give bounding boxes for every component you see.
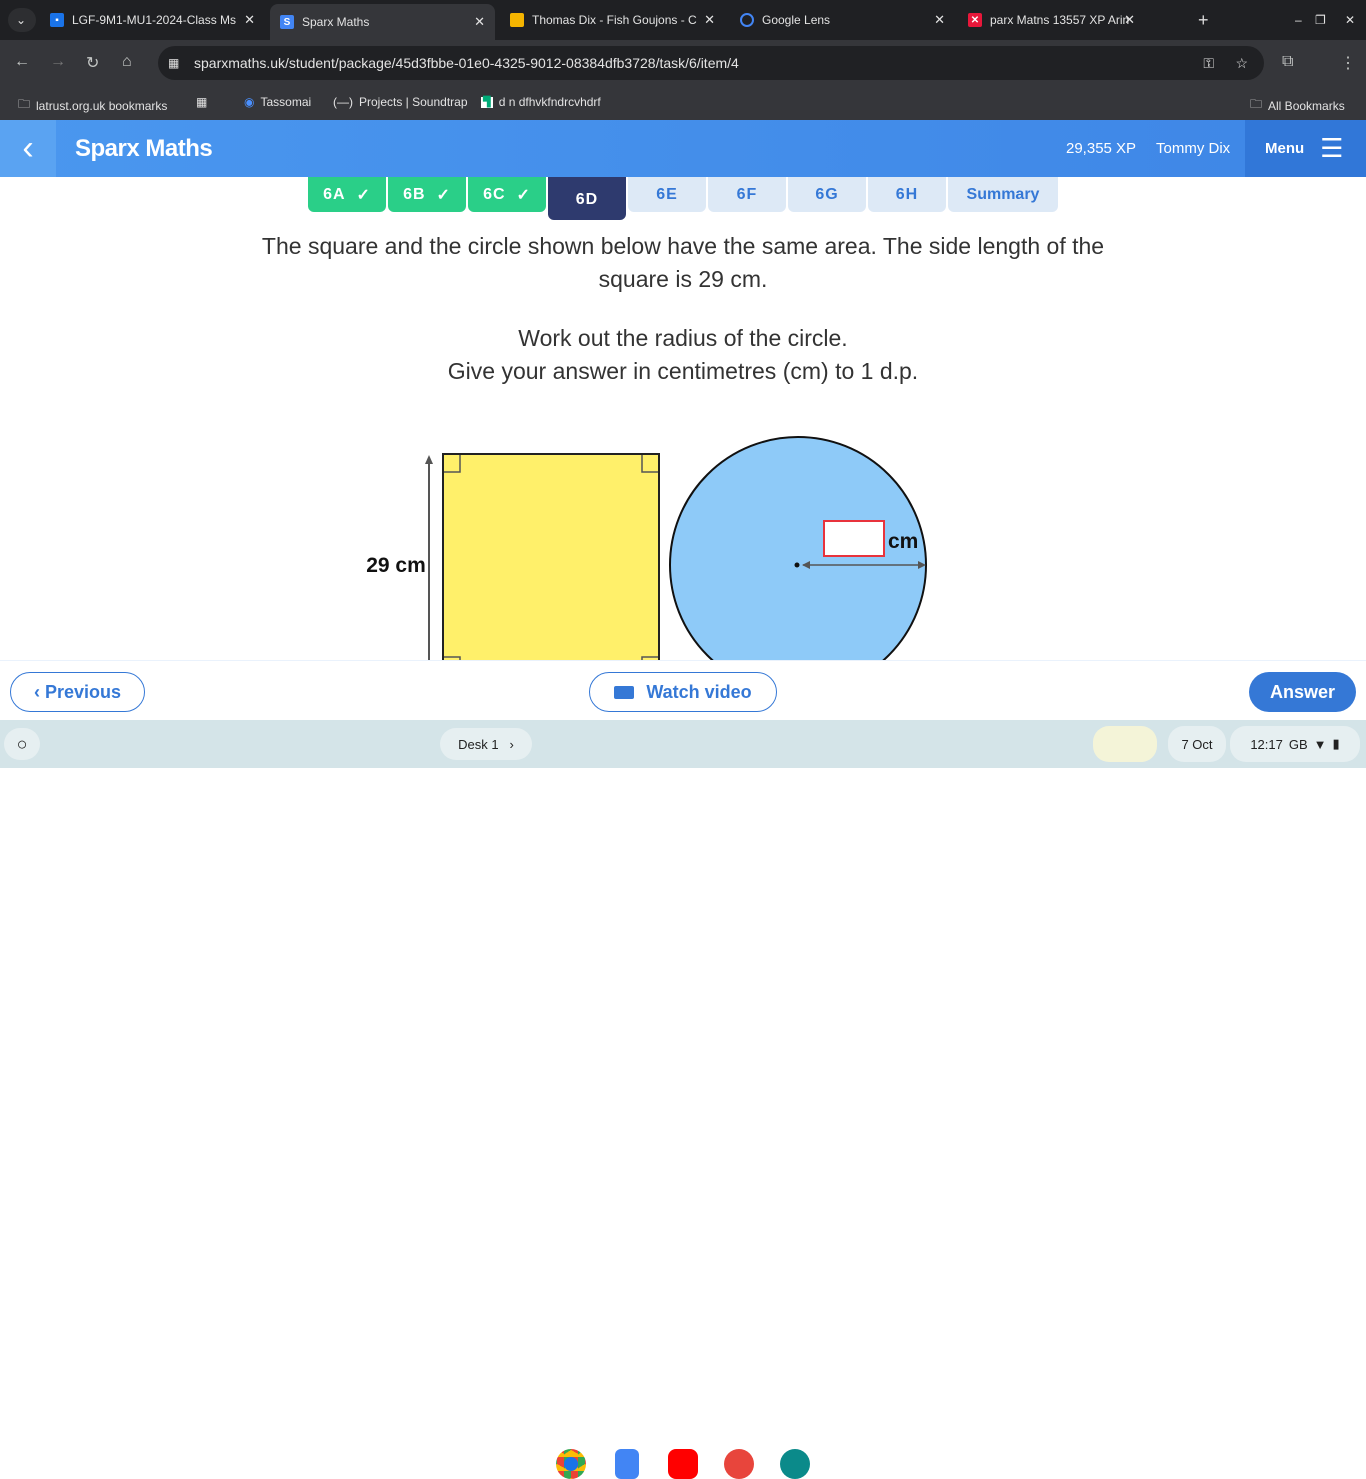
address-bar[interactable]: ▦ sparxmaths.uk/student/package/45d3fbbe-… xyxy=(158,46,1264,80)
all-bookmarks[interactable]: 🗀 All Bookmarks xyxy=(1250,95,1345,116)
slides-icon xyxy=(510,13,524,27)
wifi-icon: ▼ xyxy=(1313,736,1327,752)
app-icon: ✕ xyxy=(968,13,982,27)
previous-button[interactable]: ‹ Previous xyxy=(10,672,145,712)
check-icon: ✓ xyxy=(356,186,371,204)
answer-button[interactable]: Answer xyxy=(1249,672,1356,712)
question-line-3: Work out the radius of the circle. xyxy=(518,325,848,351)
bookmark-tassomai[interactable]: ◉ Tassomai xyxy=(244,95,311,109)
browser-tab-active[interactable]: S Sparx Maths ✕ xyxy=(270,4,495,40)
tassomai-icon: ◉ xyxy=(244,95,255,109)
battery-icon: ▮ xyxy=(1332,736,1340,751)
browser-toolbar: ← → ↻ ⌂ ▦ sparxmaths.uk/student/package/4… xyxy=(0,40,1366,86)
bookmark-folder[interactable]: 🗀 latrust.org.uk bookmarks xyxy=(18,95,167,116)
canvas-icon[interactable] xyxy=(724,1449,754,1479)
centre-point xyxy=(794,562,800,568)
xp-count: 29,355 XP xyxy=(1066,140,1137,157)
user-name[interactable]: Tommy Dix xyxy=(1156,140,1230,157)
back-arrow-icon[interactable]: ← xyxy=(14,53,30,71)
close-window-button[interactable]: ✕ xyxy=(1335,6,1355,34)
answer-box[interactable] xyxy=(823,520,885,557)
close-tab-icon[interactable]: ✕ xyxy=(244,12,255,28)
os-shelf: ○ Desk 1 › 7 Oct 12:17 GB ▼ ▮ xyxy=(0,720,1366,1479)
bookmark-soundtrap[interactable]: (—) Projects | Soundtrap xyxy=(333,95,468,109)
apps-icon[interactable]: ▦ xyxy=(196,95,207,109)
task-tabs: 6A ✓ 6B ✓ 6C ✓ 6D 6E 6F 6G 6H Summary xyxy=(308,177,1058,220)
close-tab-icon[interactable]: ✕ xyxy=(704,12,715,28)
app-icon[interactable] xyxy=(780,1449,810,1479)
restore-button[interactable]: ❐ xyxy=(1305,6,1326,34)
google-lens-icon xyxy=(740,13,754,27)
tab-6c[interactable]: 6C ✓ xyxy=(468,177,546,212)
chrome-icon[interactable] xyxy=(556,1449,586,1479)
sparx-icon: S xyxy=(280,15,294,29)
reload-icon[interactable]: ↻ xyxy=(86,53,99,73)
screen-capture-thumbnail[interactable] xyxy=(1093,726,1157,762)
forward-arrow-icon[interactable]: → xyxy=(50,53,66,71)
question-line-2: square is 29 cm. xyxy=(598,266,768,292)
question-line-1: The square and the circle shown below ha… xyxy=(261,233,1105,259)
square xyxy=(442,453,660,660)
video-camera-icon xyxy=(614,685,635,699)
folder-icon: 🗀 xyxy=(1250,97,1263,111)
tab-6a[interactable]: 6A ✓ xyxy=(308,177,386,212)
youtube-icon[interactable] xyxy=(668,1449,698,1479)
chevron-left-icon: ‹ xyxy=(33,681,45,702)
browser-tab[interactable]: ✕parx Matns 13557 XP Arin Os✕ xyxy=(958,6,1183,34)
radius-unit-label: cm xyxy=(888,530,918,553)
minimize-button[interactable]: – xyxy=(1285,6,1302,34)
password-key-icon[interactable]: ⚿ xyxy=(1203,55,1214,72)
bookmark-item[interactable]: ▜ d n dfhvkfndrcvhdrf xyxy=(481,95,601,109)
tab-summary[interactable]: Summary xyxy=(948,177,1058,212)
browser-tab[interactable]: Thomas Dix - Fish Goujons - C ✕ xyxy=(500,6,725,34)
tab-6e[interactable]: 6E xyxy=(628,177,706,212)
check-icon: ✓ xyxy=(516,186,531,204)
tab-6f[interactable]: 6F xyxy=(708,177,786,212)
back-button[interactable]: ‹ xyxy=(0,120,56,177)
tab-6d[interactable]: 6D xyxy=(548,177,626,220)
new-tab-button[interactable]: + xyxy=(1188,6,1209,34)
check-icon: ✓ xyxy=(436,186,451,204)
docs-icon[interactable] xyxy=(615,1449,639,1479)
classroom-icon: ▪ xyxy=(50,13,64,27)
sparx-header: ‹ Sparx Maths 29,355 XP Tommy Dix Menu ☰ xyxy=(0,120,1366,177)
menu-button[interactable]: Menu ☰ xyxy=(1245,120,1366,177)
browser-tab[interactable]: Google Lens ✕ xyxy=(730,6,955,34)
side-length-label: 29 cm xyxy=(366,554,426,577)
status-tray[interactable]: 12:17 GB ▼ ▮ xyxy=(1230,726,1360,762)
close-tab-icon[interactable]: ✕ xyxy=(1124,12,1135,28)
close-tab-icon[interactable]: ✕ xyxy=(934,12,945,28)
page-icon: ▜ xyxy=(481,96,493,108)
brand-title: Sparx Maths xyxy=(75,135,213,162)
folder-icon: 🗀 xyxy=(18,97,31,111)
launcher-button[interactable]: ○ xyxy=(4,728,40,760)
date-button[interactable]: 7 Oct xyxy=(1168,726,1226,762)
desk-button[interactable]: Desk 1 › xyxy=(440,728,532,760)
bookmark-star-icon[interactable]: ☆ xyxy=(1235,55,1248,72)
hamburger-icon: ☰ xyxy=(1320,133,1344,163)
question-line-4: Give your answer in centimetres (cm) to … xyxy=(447,358,919,384)
more-menu-icon[interactable]: ⋮ xyxy=(1340,53,1356,73)
close-tab-icon[interactable]: ✕ xyxy=(474,14,485,30)
chevron-right-icon: › xyxy=(509,736,514,752)
watch-video-button[interactable]: Watch video xyxy=(589,672,777,712)
soundtrap-icon: (—) xyxy=(333,95,353,109)
extensions-icon[interactable]: ⧉ xyxy=(1282,53,1293,71)
tab-6g[interactable]: 6G xyxy=(788,177,866,212)
tab-search-button[interactable]: ⌄ xyxy=(8,8,36,32)
arrow-head xyxy=(425,455,433,464)
home-icon[interactable]: ⌂ xyxy=(122,53,132,71)
browser-tab[interactable]: ▪ LGF-9M1-MU1-2024-Class Ms ✕ xyxy=(40,6,265,34)
diagram: 29 cm cm xyxy=(366,436,927,660)
site-info-icon[interactable]: ▦ xyxy=(168,56,179,70)
footer-bar: ‹ Previous Watch video Answer xyxy=(0,660,1366,720)
tab-6b[interactable]: 6B ✓ xyxy=(388,177,466,212)
tab-6h[interactable]: 6H xyxy=(868,177,946,212)
bookmarks-bar: 🗀 latrust.org.uk bookmarks ▦ ◉ Tassomai (—… xyxy=(0,86,1366,120)
browser-tab-strip: ⌄ ▪ LGF-9M1-MU1-2024-Class Ms ✕ S Sparx Mat… xyxy=(0,0,1366,40)
chevron-left-icon: ‹ xyxy=(22,129,34,167)
